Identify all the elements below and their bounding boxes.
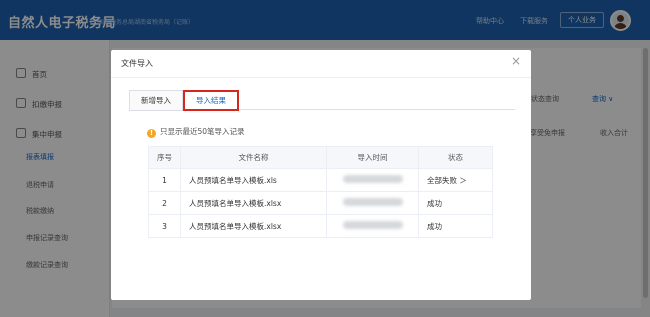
tab-new-import[interactable]: 新增导入 [129, 90, 183, 111]
row-number: 2 [148, 191, 181, 215]
file-name: 人员预填名单导入模板.xlsx [180, 191, 327, 215]
notice-text: 只显示最近50笔导入记录 [160, 127, 245, 136]
table-row: 2 人员预填名单导入模板.xlsx 成功 [148, 191, 493, 215]
status-fail-link[interactable]: 全部失败 ＞ [418, 168, 493, 192]
table-header-row: 序号 文件名称 导入时间 状态 [148, 146, 493, 169]
table-row: 3 人员预填名单导入模板.xlsx 成功 [148, 214, 493, 238]
row-number: 1 [148, 168, 181, 192]
warning-icon: ! [147, 129, 156, 138]
file-name: 人员预填名单导入模板.xlsx [180, 214, 327, 238]
status-success: 成功 [418, 191, 493, 215]
import-tabs: 新增导入 导入结果 [129, 90, 515, 111]
import-time-redacted [326, 191, 419, 215]
import-time-redacted [326, 168, 419, 192]
file-name: 人员预填名单导入模板.xls [180, 168, 327, 192]
dialog-divider [111, 77, 531, 78]
table-row: 1 人员预填名单导入模板.xls 全部失败 ＞ [148, 168, 493, 192]
import-results-table: 序号 文件名称 导入时间 状态 1 人员预填名单导入模板.xls 全部失败 ＞ … [148, 146, 493, 238]
column-header: 序号 [148, 146, 181, 169]
import-time-redacted [326, 214, 419, 238]
close-icon[interactable]: × [511, 55, 521, 67]
column-header: 导入时间 [326, 146, 419, 169]
tab-import-result[interactable]: 导入结果 [183, 90, 239, 111]
status-success: 成功 [418, 214, 493, 238]
dialog-title: 文件导入 [121, 59, 153, 68]
row-number: 3 [148, 214, 181, 238]
column-header: 状态 [418, 146, 493, 169]
file-import-dialog: 文件导入 × 新增导入 导入结果 ! 只显示最近50笔导入记录 序号 文件名称 导… [111, 50, 531, 300]
notice-message: ! 只显示最近50笔导入记录 [147, 126, 245, 138]
column-header: 文件名称 [180, 146, 327, 169]
